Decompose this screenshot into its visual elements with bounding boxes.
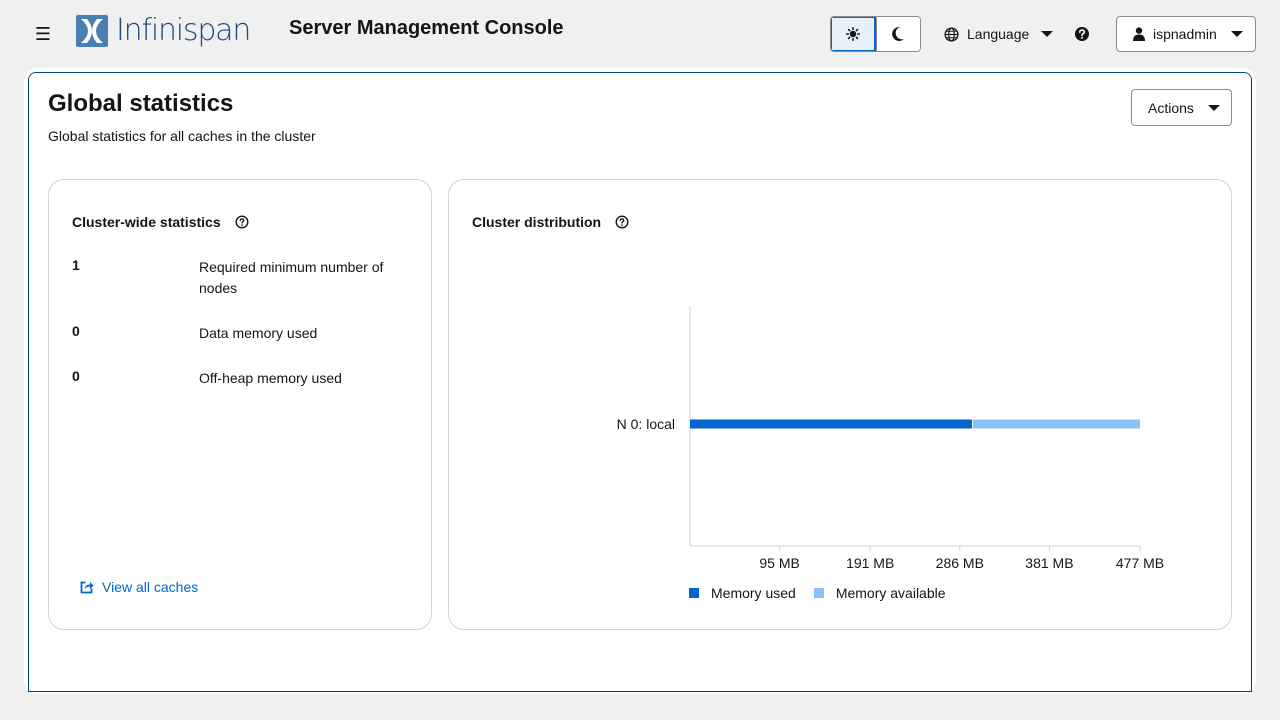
app-title: Server Management Console [289, 17, 564, 39]
x-tick-label: 95 MB [759, 555, 799, 571]
masthead: ☰ Infinispan Server Management Console L… [0, 0, 1280, 68]
cluster-distribution-card: Cluster distribution 95 MB 191 MB 286 MB 38… [448, 179, 1232, 630]
stat-label: Required minimum number of nodes [199, 259, 384, 296]
stat-value: 0 [72, 368, 80, 384]
view-all-caches-label: View all caches [102, 579, 199, 595]
x-tick-label: 477 MB [1116, 555, 1164, 571]
user-icon [1133, 27, 1145, 41]
x-tick-label: 286 MB [936, 555, 984, 571]
stat-row: 0 Off-heap memory used [72, 368, 402, 389]
language-label: Language [967, 26, 1030, 42]
cluster-distribution-chart: 95 MB 191 MB 286 MB 381 MB 477 MB N 0: local [617, 306, 1164, 571]
actions-dropdown-button[interactable]: Actions [1131, 89, 1232, 126]
legend-swatch [813, 588, 824, 598]
y-category-label: N 0: local [617, 416, 675, 432]
help-circle-icon[interactable] [235, 215, 249, 229]
bar-memory-available [973, 419, 1140, 429]
logo[interactable]: Infinispan [76, 13, 251, 48]
stat-row: 0 Data memory used [72, 323, 402, 344]
legend-item: Memory available [813, 585, 946, 601]
globe-icon [944, 26, 959, 42]
user-name: ispnadmin [1153, 26, 1217, 42]
cluster-wide-statistics-card: Cluster-wide statistics 1 Required minim… [48, 179, 432, 630]
stat-label: Data memory used [199, 325, 318, 341]
logo-text: Infinispan [116, 13, 251, 48]
caret-down-icon [1230, 31, 1243, 37]
stat-value: 0 [72, 323, 80, 339]
card-title: Cluster-wide statistics [72, 214, 249, 230]
stat-row: 1 Required minimum number of nodes [72, 257, 402, 299]
hamburger-menu-icon[interactable]: ☰ [34, 24, 52, 44]
legend-label: Memory available [835, 585, 946, 601]
stat-label: Off-heap memory used [199, 370, 342, 386]
user-menu-button[interactable]: ispnadmin [1116, 16, 1256, 52]
caret-down-icon [1041, 31, 1054, 37]
dark-theme-button[interactable] [875, 17, 920, 51]
view-all-caches-link[interactable]: View all caches [80, 579, 198, 595]
theme-toggle [830, 16, 921, 52]
legend-swatch [689, 588, 699, 598]
caret-down-icon [1207, 104, 1220, 111]
page-title: Global statistics [48, 90, 234, 117]
light-theme-button[interactable] [831, 17, 876, 51]
infinispan-logo-icon [76, 15, 108, 47]
legend-item: Memory used [689, 585, 796, 601]
page-subtitle: Global statistics for all caches in the … [48, 128, 316, 144]
language-selector[interactable]: Language [944, 24, 1054, 44]
card-title-text: Cluster-wide statistics [72, 214, 221, 230]
stat-value: 1 [72, 257, 80, 273]
sun-icon [845, 27, 860, 41]
moon-icon [892, 26, 905, 41]
x-tick-label: 381 MB [1025, 555, 1073, 571]
x-tick-label: 191 MB [846, 555, 894, 571]
legend-label: Memory used [711, 585, 796, 601]
help-icon[interactable] [1074, 26, 1090, 42]
actions-label: Actions [1148, 99, 1194, 116]
chart-legend: Memory used Memory available [689, 585, 964, 601]
bar-memory-used [690, 419, 973, 429]
external-link-icon [80, 581, 94, 594]
